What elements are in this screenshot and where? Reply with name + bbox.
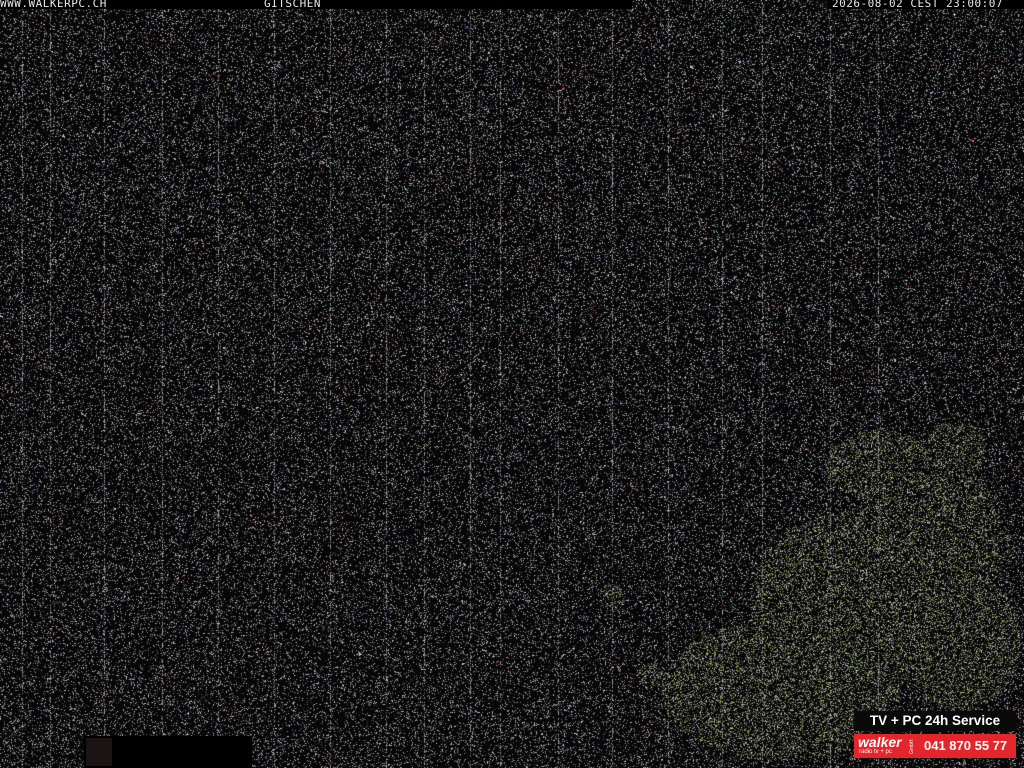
osd-top-bar: WWW.WALKERPC.CH GITSCHEN 2026-08-02 CEST…: [0, 0, 1024, 9]
capture-timestamp: 2026-08-02 CEST 23:00:07: [832, 0, 1003, 10]
phone-number: 041 870 55 77: [924, 738, 1008, 753]
brand-subtitle: radio tv + pc: [859, 749, 892, 755]
brand-suffix: GmbH: [909, 739, 915, 754]
camera-location: GITSCHEN: [264, 0, 321, 10]
webcam-frame: WWW.WALKERPC.CH GITSCHEN 2026-08-02 CEST…: [0, 0, 1024, 768]
privacy-mask: [84, 736, 252, 768]
ad-tagline: TV + PC 24h Service: [854, 711, 1016, 731]
site-url: WWW.WALKERPC.CH: [0, 0, 107, 10]
advertisement-banner: TV + PC 24h Service walker radio tv + pc…: [854, 711, 1016, 761]
night-scene-image: [0, 0, 1024, 768]
ad-brand-bar: walker radio tv + pc GmbH 041 870 55 77: [854, 734, 1016, 758]
brand-logo: walker: [858, 734, 902, 750]
privacy-mask-block: [86, 738, 112, 766]
